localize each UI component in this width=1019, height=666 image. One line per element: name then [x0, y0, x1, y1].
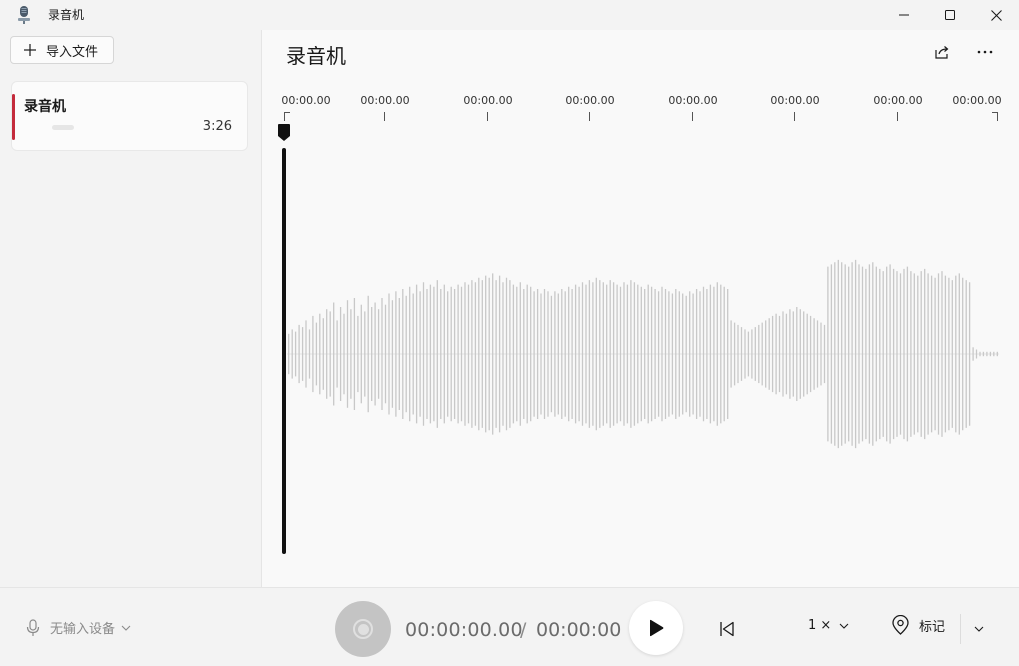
playback-bar: 无输入设备 00:00:00.00 / 00:00:00 1 × 标记 [0, 587, 1019, 666]
maximize-icon [945, 10, 955, 20]
chevron-down-icon [121, 625, 131, 631]
sidebar: 导入文件 录音机 3:26 [0, 30, 262, 587]
playback-speed-selector[interactable]: 1 × [808, 618, 849, 633]
marker-options-button[interactable] [966, 616, 992, 642]
playback-speed-label: 1 × [808, 618, 832, 633]
add-marker-label: 标记 [919, 619, 946, 635]
microphone-app-icon [18, 6, 30, 24]
import-file-label: 导入文件 [46, 44, 99, 60]
skip-to-start-button[interactable] [711, 613, 743, 645]
title-bar: 录音机 [0, 0, 1019, 30]
import-file-button[interactable]: 导入文件 [10, 36, 114, 64]
maximize-button[interactable] [927, 0, 973, 30]
main-panel: 录音机 00:00.00 00:00.00 00:00.00 00:00.00 … [262, 30, 1019, 587]
minimize-icon [899, 14, 909, 16]
chevron-down-icon [839, 623, 849, 629]
add-marker-button[interactable]: 标记 [891, 615, 945, 635]
time-separator: / [520, 619, 527, 641]
waveform[interactable] [262, 30, 1019, 587]
recording-date-placeholder [52, 125, 74, 130]
plus-icon [24, 44, 36, 56]
minimize-button[interactable] [881, 0, 927, 30]
input-device-label: 无输入设备 [50, 622, 116, 637]
app-title: 录音机 [48, 8, 85, 22]
chevron-down-icon [974, 626, 984, 632]
total-time: 00:00:00 [536, 619, 622, 641]
recording-list-item[interactable]: 录音机 3:26 [11, 81, 248, 151]
record-icon [353, 619, 373, 639]
microphone-icon [26, 618, 40, 636]
input-device-selector[interactable]: 无输入设备 [26, 618, 131, 637]
playhead-handle[interactable] [278, 124, 290, 141]
timeline[interactable]: 00:00.00 00:00.00 00:00.00 00:00.00 00:0… [262, 30, 1019, 587]
skip-back-icon [720, 621, 734, 637]
selected-indicator [12, 94, 15, 140]
record-button[interactable] [335, 601, 391, 657]
location-pin-icon [892, 615, 909, 635]
close-icon [990, 9, 1002, 21]
playhead-line [282, 148, 286, 554]
recording-duration: 3:26 [202, 119, 232, 134]
play-icon [650, 619, 664, 637]
recording-name: 录音机 [24, 99, 66, 115]
current-time: 00:00:00.00 [405, 619, 523, 641]
divider [960, 614, 961, 644]
play-button[interactable] [629, 601, 683, 655]
close-button[interactable] [973, 0, 1019, 30]
